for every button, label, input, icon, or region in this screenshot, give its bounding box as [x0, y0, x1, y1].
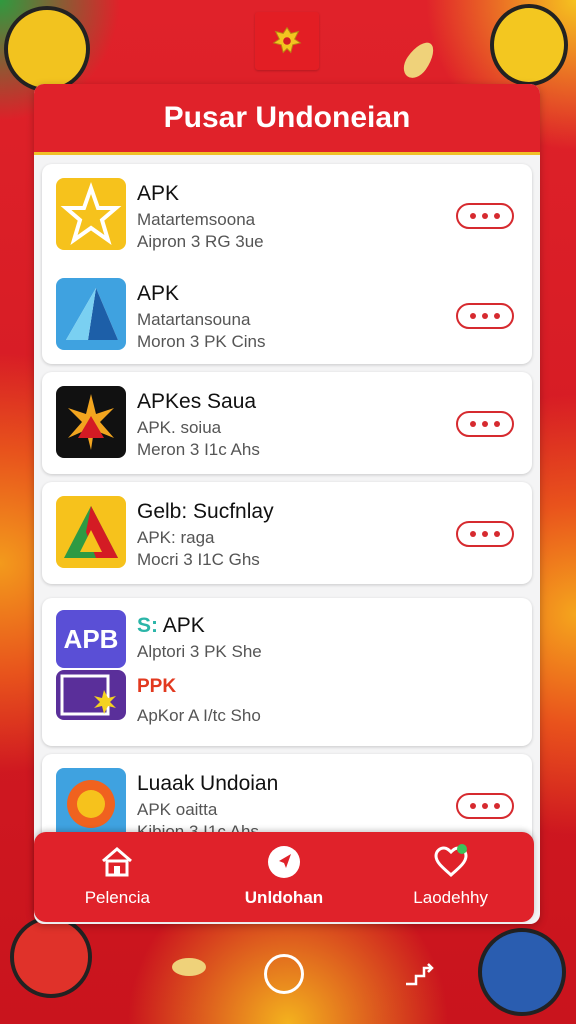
panel-header: Pusar Undoneian	[34, 84, 540, 155]
app-meta: Aipron 3 RG 3ue	[137, 232, 264, 251]
app-subtitle: Alptori 3 PK She	[137, 642, 262, 661]
app-title: APKes Saua	[137, 390, 257, 413]
list-item[interactable]: APK Matartansouna Moron 3 PK Cins	[42, 264, 532, 364]
more-options-button[interactable]	[456, 411, 514, 437]
list-item[interactable]: PPK ApKor A I/tc Sho	[42, 668, 532, 738]
nav-item-home[interactable]: Pelencia	[42, 837, 192, 917]
app-title: Gelb: Sucfnlay	[137, 500, 274, 523]
nav-label: Pelencia	[84, 888, 150, 907]
sunburst-icon	[56, 768, 126, 840]
nav-item-laodehhy[interactable]: Laodehhy	[376, 837, 526, 917]
app-list-panel: Pusar Undoneian APK Matartemsoona Aipron…	[34, 84, 540, 924]
garuda-emblem-icon	[255, 12, 319, 70]
purple-burst-icon	[56, 670, 126, 720]
decor-character-top-right	[490, 4, 568, 86]
app-subtitle: Matartansouna	[137, 310, 251, 329]
app-title-prefix: S:	[137, 614, 158, 637]
nav-item-unldohan[interactable]: Unldohan	[209, 837, 359, 917]
yellow-star-icon	[56, 178, 126, 250]
list-item[interactable]: APKes Saua APK. soiua Meron 3 I1c Ahs	[42, 372, 532, 472]
decor-leaf-bottom	[172, 958, 206, 976]
decor-character-top-left	[4, 6, 90, 92]
nav-label: Unldohan	[244, 888, 324, 907]
bottom-navigation: Pelencia Unldohan Laodehhy	[34, 832, 534, 922]
more-options-button[interactable]	[456, 521, 514, 547]
more-options-button[interactable]	[456, 203, 514, 229]
app-title: APK	[137, 282, 180, 305]
blue-triangle-icon	[56, 278, 126, 350]
list-item[interactable]: APB S: APK Alptori 3 PK She	[42, 598, 532, 668]
decor-character-bottom-left	[10, 916, 92, 998]
icon-label: APB	[63, 623, 119, 654]
more-options-button[interactable]	[456, 303, 514, 329]
more-options-button[interactable]	[456, 793, 514, 819]
green-red-triangle-icon	[56, 496, 126, 568]
app-meta: Meron 3 I1c Ahs	[137, 440, 260, 459]
navigate-icon	[267, 846, 300, 878]
app-subtitle: APK oaitta	[137, 800, 218, 819]
app-list: APK Matartemsoona Aipron 3 RG 3ue APK Ma…	[42, 164, 532, 862]
system-home-button[interactable]	[264, 954, 304, 994]
app-card: APKes Saua APK. soiua Meron 3 I1c Ahs	[42, 372, 532, 474]
app-title: Luaak Undoian	[137, 772, 279, 795]
list-item[interactable]: Gelb: Sucfnlay APK: raga Mocri 3 I1C Ghs	[42, 482, 532, 582]
app-title: PPK	[137, 676, 177, 697]
app-subtitle: APK. soiua	[137, 418, 222, 437]
app-title: S: APK	[137, 614, 205, 638]
app-meta: Mocri 3 I1C Ghs	[137, 550, 260, 569]
app-card: APB S: APK Alptori 3 PK She PPK ApKor A …	[42, 598, 532, 746]
nav-label: Laodehhy	[413, 888, 488, 907]
decor-character-bottom-right	[478, 928, 566, 1016]
app-title-text: APK	[162, 614, 205, 637]
app-subtitle: ApKor A I/tc Sho	[137, 706, 261, 725]
app-card: Gelb: Sucfnlay APK: raga Mocri 3 I1C Ghs	[42, 482, 532, 584]
app-subtitle: Matartemsoona	[137, 210, 256, 229]
app-card: APK Matartemsoona Aipron 3 RG 3ue APK Ma…	[42, 164, 532, 364]
app-meta: Moron 3 PK Cins	[137, 332, 266, 351]
home-icon	[102, 847, 133, 877]
apb-icon: APB	[56, 610, 126, 668]
app-subtitle: APK: raga	[137, 528, 215, 547]
system-back-icon[interactable]	[402, 958, 436, 992]
list-item[interactable]: APK Matartemsoona Aipron 3 RG 3ue	[42, 164, 532, 264]
black-burst-icon	[56, 386, 126, 458]
heart-icon	[434, 844, 468, 878]
page-title: Pusar Undoneian	[163, 101, 411, 134]
app-title: APK	[137, 182, 180, 205]
